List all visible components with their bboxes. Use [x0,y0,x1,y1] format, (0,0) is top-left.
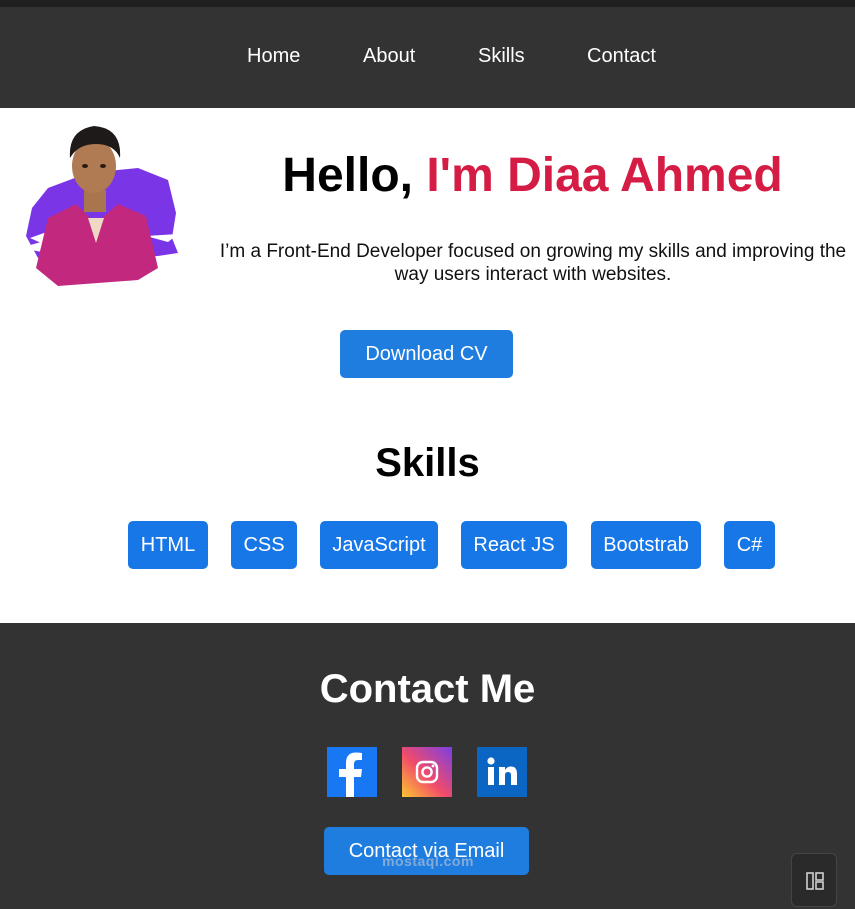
layout-icon [806,872,824,890]
hero-greeting: Hello, [282,149,427,202]
hero-title: Hello, I'm Diaa Ahmed [240,150,825,202]
linkedin-icon[interactable] [477,747,527,797]
skill-badge-javascript: JavaScript [320,521,438,569]
hero-name: I'm Diaa Ahmed [426,149,783,202]
skills-title: Skills [375,441,480,485]
instagram-icon[interactable] [402,747,452,797]
layout-widget-button[interactable] [791,853,837,907]
skill-badge-bootstrap: Bootstrab [591,521,701,569]
hero-description: I’m a Front-End Developer focused on gro… [219,241,847,285]
nav-link-skills[interactable]: Skills [478,45,525,68]
nav-link-home[interactable]: Home [247,45,300,68]
skill-badge-html: HTML [128,521,208,569]
facebook-icon[interactable] [327,747,377,797]
watermark-logo: mostaql.com [382,853,474,869]
nav-link-about[interactable]: About [363,45,415,68]
skill-badge-csharp: C# [724,521,775,569]
nav-link-contact[interactable]: Contact [587,45,656,68]
navbar: Home About Skills Contact [0,7,855,108]
contact-title: Contact Me [319,667,536,711]
download-cv-button[interactable]: Download CV [340,330,513,378]
skill-badge-css: CSS [231,521,297,569]
top-strip [0,0,855,7]
profile-photo [20,126,178,286]
skill-badge-react: React JS [461,521,567,569]
